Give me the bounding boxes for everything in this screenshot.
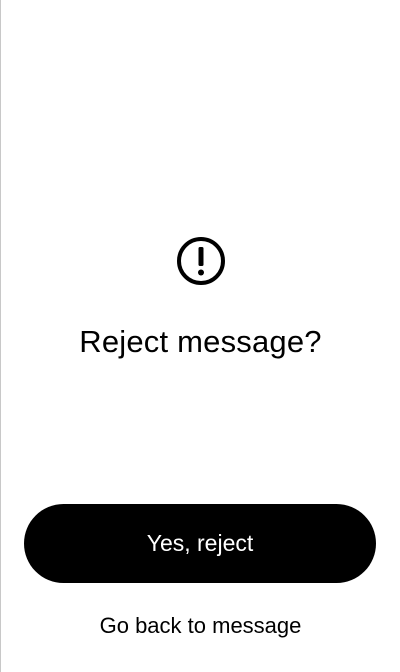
exclamation-circle-icon [176, 236, 226, 286]
reject-message-screen: Reject message? Yes, reject Go back to m… [1, 0, 400, 672]
confirm-reject-button[interactable]: Yes, reject [24, 504, 376, 583]
go-back-to-message-button[interactable]: Go back to message [1, 610, 400, 642]
confirm-reject-label: Yes, reject [146, 530, 254, 556]
dialog-title: Reject message? [79, 324, 322, 359]
